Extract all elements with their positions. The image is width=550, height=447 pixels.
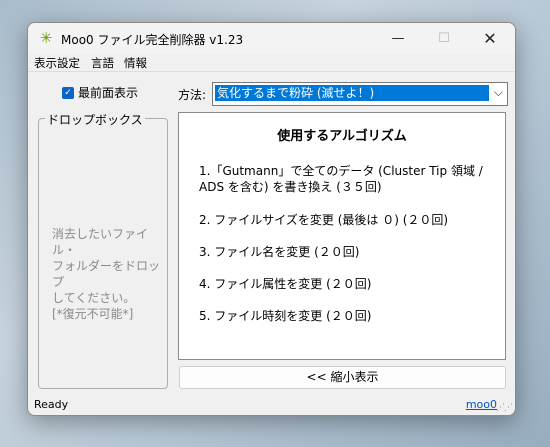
minimize-button[interactable]: — bbox=[375, 23, 421, 54]
algorithm-step: 4. ファイル属性を変更 (２０回) bbox=[199, 277, 372, 291]
drop-box-line: 消去したいファイル・ bbox=[52, 227, 149, 257]
maximize-button[interactable]: ☐ bbox=[421, 23, 467, 54]
window-title: Moo0 ファイル完全削除器 v1.23 bbox=[61, 33, 244, 47]
drop-box-line: してください。 bbox=[52, 291, 136, 305]
status-bar: Ready moo0 ⋰⋰ bbox=[28, 395, 515, 415]
drop-box-legend: ドロップボックス bbox=[45, 111, 145, 128]
app-logo-icon: ✳ bbox=[39, 29, 53, 47]
resize-grip-icon[interactable]: ⋰⋰ bbox=[496, 403, 513, 413]
moo0-link[interactable]: moo0 bbox=[466, 398, 497, 411]
algorithm-step: 2. ファイルサイズを変更 (最後は ０) (２０回) bbox=[199, 213, 449, 227]
drop-box[interactable]: ドロップボックス 消去したいファイル・ フォルダーをドロップ してください。 [… bbox=[38, 111, 168, 389]
method-select[interactable]: 気化するまで粉砕 (滅せよ！) ⌵ bbox=[212, 82, 508, 106]
menu-bar: 表示設定 言語 情報 bbox=[28, 54, 515, 71]
app-window: ✳ Moo0 ファイル完全削除器 v1.23 — ☐ ✕ 表示設定 言語 情報 … bbox=[27, 22, 516, 416]
method-label: 方法: bbox=[178, 88, 207, 102]
status-text: Ready bbox=[34, 398, 69, 411]
shrink-view-button[interactable]: << 縮小表示 bbox=[179, 366, 506, 389]
algorithm-step: 3. ファイル名を変更 (２０回) bbox=[199, 245, 360, 259]
topmost-checkbox[interactable]: ✓ 最前面表示 bbox=[62, 84, 138, 101]
menu-display-settings[interactable]: 表示設定 bbox=[34, 55, 80, 71]
chevron-down-icon[interactable]: ⌵ bbox=[494, 85, 503, 100]
algorithm-heading: 使用するアルゴリズム bbox=[277, 129, 407, 144]
menu-info[interactable]: 情報 bbox=[124, 55, 147, 71]
algorithm-step: 5. ファイル時刻を変更 (２０回) bbox=[199, 309, 372, 323]
main-content: ✓ 最前面表示 ドロップボックス 消去したいファイル・ フォルダーをドロップ し… bbox=[28, 71, 515, 415]
method-selected-value[interactable]: 気化するまで粉砕 (滅せよ！) bbox=[215, 85, 489, 101]
close-button[interactable]: ✕ bbox=[467, 23, 513, 54]
algorithm-panel: 使用するアルゴリズム 1.「Gutmann」で全てのデータ (Cluster T… bbox=[178, 112, 506, 360]
checkbox-checked-icon[interactable]: ✓ bbox=[62, 86, 74, 99]
title-bar[interactable]: ✳ Moo0 ファイル完全削除器 v1.23 — ☐ ✕ bbox=[28, 23, 515, 54]
menu-language[interactable]: 言語 bbox=[91, 55, 114, 71]
drop-box-line: フォルダーをドロップ bbox=[52, 259, 161, 289]
drop-box-line: [*復元不可能*] bbox=[52, 307, 134, 321]
drop-box-instructions: 消去したいファイル・ フォルダーをドロップ してください。 [*復元不可能*] bbox=[52, 226, 162, 322]
topmost-label: 最前面表示 bbox=[78, 86, 139, 100]
algorithm-step: 1.「Gutmann」で全てのデータ (Cluster Tip 領域 / ADS… bbox=[199, 164, 483, 194]
